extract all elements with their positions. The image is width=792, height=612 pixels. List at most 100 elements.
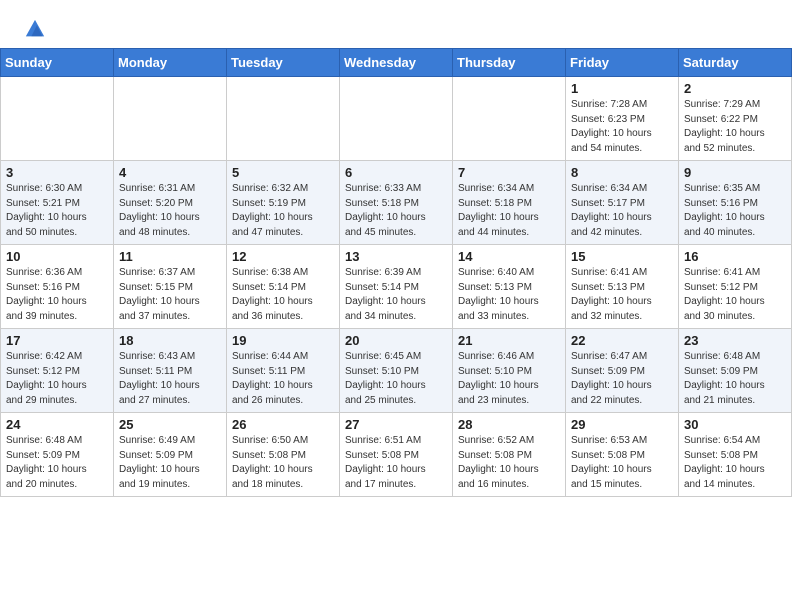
day-number: 19	[232, 333, 334, 348]
day-number: 3	[6, 165, 108, 180]
day-number: 4	[119, 165, 221, 180]
day-info: Sunrise: 6:40 AM Sunset: 5:13 PM Dayligh…	[458, 266, 560, 324]
day-number: 15	[571, 249, 673, 264]
day-number: 9	[684, 165, 786, 180]
day-info: Sunrise: 6:48 AM Sunset: 5:09 PM Dayligh…	[6, 434, 108, 492]
day-number: 8	[571, 165, 673, 180]
day-info: Sunrise: 6:48 AM Sunset: 5:09 PM Dayligh…	[684, 350, 786, 408]
day-info: Sunrise: 6:53 AM Sunset: 5:08 PM Dayligh…	[571, 434, 673, 492]
day-info: Sunrise: 6:46 AM Sunset: 5:10 PM Dayligh…	[458, 350, 560, 408]
day-number: 12	[232, 249, 334, 264]
weekday-header-tuesday: Tuesday	[227, 49, 340, 77]
calendar-table: SundayMondayTuesdayWednesdayThursdayFrid…	[0, 48, 792, 497]
day-cell-6: 6Sunrise: 6:33 AM Sunset: 5:18 PM Daylig…	[340, 161, 453, 245]
day-info: Sunrise: 6:44 AM Sunset: 5:11 PM Dayligh…	[232, 350, 334, 408]
day-cell-16: 16 Sunrise: 6:41 AM Sunset: 5:12 PM Dayli…	[679, 245, 792, 329]
day-number: 27	[345, 417, 447, 432]
day-cell-9: 9 Sunrise: 6:35 AM Sunset: 5:16 PM Daylig…	[679, 161, 792, 245]
day-number: 28	[458, 417, 560, 432]
day-info: Sunrise: 7:28 AM Sunset: 6:23 PM Dayligh…	[571, 98, 673, 156]
day-cell-29: 29 Sunrise: 6:53 AM Sunset: 5:08 PM Dayli…	[566, 413, 679, 497]
empty-cell	[114, 77, 227, 161]
day-number: 20	[345, 333, 447, 348]
day-number: 1	[571, 81, 673, 96]
week-row-4: 17Sunrise: 6:42 AM Sunset: 5:12 PM Dayli…	[1, 329, 792, 413]
day-cell-17: 17Sunrise: 6:42 AM Sunset: 5:12 PM Dayli…	[1, 329, 114, 413]
day-info: Sunrise: 6:52 AM Sunset: 5:08 PM Dayligh…	[458, 434, 560, 492]
day-cell-11: 11Sunrise: 6:37 AM Sunset: 5:15 PM Dayli…	[114, 245, 227, 329]
logo-icon	[24, 18, 46, 40]
day-cell-5: 5Sunrise: 6:32 AM Sunset: 5:19 PM Daylig…	[227, 161, 340, 245]
day-cell-22: 22Sunrise: 6:47 AM Sunset: 5:09 PM Dayli…	[566, 329, 679, 413]
day-cell-24: 24 Sunrise: 6:48 AM Sunset: 5:09 PM Dayli…	[1, 413, 114, 497]
day-info: Sunrise: 6:34 AM Sunset: 5:17 PM Dayligh…	[571, 182, 673, 240]
day-number: 16	[684, 249, 786, 264]
header	[0, 0, 792, 48]
week-row-3: 10Sunrise: 6:36 AM Sunset: 5:16 PM Dayli…	[1, 245, 792, 329]
day-info: Sunrise: 6:32 AM Sunset: 5:19 PM Dayligh…	[232, 182, 334, 240]
day-cell-21: 21 Sunrise: 6:46 AM Sunset: 5:10 PM Dayli…	[453, 329, 566, 413]
day-number: 26	[232, 417, 334, 432]
day-info: Sunrise: 6:41 AM Sunset: 5:13 PM Dayligh…	[571, 266, 673, 324]
day-info: Sunrise: 6:38 AM Sunset: 5:14 PM Dayligh…	[232, 266, 334, 324]
day-cell-14: 14 Sunrise: 6:40 AM Sunset: 5:13 PM Dayli…	[453, 245, 566, 329]
weekday-header-thursday: Thursday	[453, 49, 566, 77]
day-cell-19: 19 Sunrise: 6:44 AM Sunset: 5:11 PM Dayli…	[227, 329, 340, 413]
page: SundayMondayTuesdayWednesdayThursdayFrid…	[0, 0, 792, 497]
day-number: 18	[119, 333, 221, 348]
day-number: 25	[119, 417, 221, 432]
day-cell-3: 3 Sunrise: 6:30 AM Sunset: 5:21 PM Daylig…	[1, 161, 114, 245]
day-number: 14	[458, 249, 560, 264]
weekday-header-friday: Friday	[566, 49, 679, 77]
day-cell-4: 4Sunrise: 6:31 AM Sunset: 5:20 PM Daylig…	[114, 161, 227, 245]
day-cell-28: 28 Sunrise: 6:52 AM Sunset: 5:08 PM Dayli…	[453, 413, 566, 497]
empty-cell	[340, 77, 453, 161]
day-number: 13	[345, 249, 447, 264]
day-cell-13: 13Sunrise: 6:39 AM Sunset: 5:14 PM Dayli…	[340, 245, 453, 329]
empty-cell	[227, 77, 340, 161]
day-info: Sunrise: 6:51 AM Sunset: 5:08 PM Dayligh…	[345, 434, 447, 492]
day-info: Sunrise: 7:29 AM Sunset: 6:22 PM Dayligh…	[684, 98, 786, 156]
day-info: Sunrise: 6:50 AM Sunset: 5:08 PM Dayligh…	[232, 434, 334, 492]
day-cell-12: 12 Sunrise: 6:38 AM Sunset: 5:14 PM Dayli…	[227, 245, 340, 329]
day-number: 21	[458, 333, 560, 348]
day-cell-15: 15 Sunrise: 6:41 AM Sunset: 5:13 PM Dayli…	[566, 245, 679, 329]
day-number: 2	[684, 81, 786, 96]
day-number: 11	[119, 249, 221, 264]
weekday-header-wednesday: Wednesday	[340, 49, 453, 77]
day-info: Sunrise: 6:49 AM Sunset: 5:09 PM Dayligh…	[119, 434, 221, 492]
day-info: Sunrise: 6:41 AM Sunset: 5:12 PM Dayligh…	[684, 266, 786, 324]
empty-cell	[1, 77, 114, 161]
weekday-header-row: SundayMondayTuesdayWednesdayThursdayFrid…	[1, 49, 792, 77]
day-cell-1: 1 Sunrise: 7:28 AM Sunset: 6:23 PM Daylig…	[566, 77, 679, 161]
day-number: 30	[684, 417, 786, 432]
day-number: 23	[684, 333, 786, 348]
day-number: 29	[571, 417, 673, 432]
weekday-header-saturday: Saturday	[679, 49, 792, 77]
day-cell-18: 18 Sunrise: 6:43 AM Sunset: 5:11 PM Dayli…	[114, 329, 227, 413]
day-number: 10	[6, 249, 108, 264]
day-info: Sunrise: 6:34 AM Sunset: 5:18 PM Dayligh…	[458, 182, 560, 240]
day-number: 24	[6, 417, 108, 432]
weekday-header-monday: Monday	[114, 49, 227, 77]
day-cell-8: 8 Sunrise: 6:34 AM Sunset: 5:17 PM Daylig…	[566, 161, 679, 245]
day-number: 22	[571, 333, 673, 348]
logo	[20, 18, 46, 40]
day-cell-20: 20 Sunrise: 6:45 AM Sunset: 5:10 PM Dayli…	[340, 329, 453, 413]
weekday-header-sunday: Sunday	[1, 49, 114, 77]
week-row-5: 24 Sunrise: 6:48 AM Sunset: 5:09 PM Dayli…	[1, 413, 792, 497]
day-cell-23: 23 Sunrise: 6:48 AM Sunset: 5:09 PM Dayli…	[679, 329, 792, 413]
day-info: Sunrise: 6:30 AM Sunset: 5:21 PM Dayligh…	[6, 182, 108, 240]
day-cell-27: 27 Sunrise: 6:51 AM Sunset: 5:08 PM Dayli…	[340, 413, 453, 497]
day-cell-10: 10Sunrise: 6:36 AM Sunset: 5:16 PM Dayli…	[1, 245, 114, 329]
empty-cell	[453, 77, 566, 161]
week-row-1: 1 Sunrise: 7:28 AM Sunset: 6:23 PM Daylig…	[1, 77, 792, 161]
week-row-2: 3 Sunrise: 6:30 AM Sunset: 5:21 PM Daylig…	[1, 161, 792, 245]
day-info: Sunrise: 6:42 AM Sunset: 5:12 PM Dayligh…	[6, 350, 108, 408]
day-info: Sunrise: 6:35 AM Sunset: 5:16 PM Dayligh…	[684, 182, 786, 240]
day-number: 7	[458, 165, 560, 180]
day-info: Sunrise: 6:43 AM Sunset: 5:11 PM Dayligh…	[119, 350, 221, 408]
day-info: Sunrise: 6:45 AM Sunset: 5:10 PM Dayligh…	[345, 350, 447, 408]
day-cell-25: 25 Sunrise: 6:49 AM Sunset: 5:09 PM Dayli…	[114, 413, 227, 497]
day-cell-26: 26 Sunrise: 6:50 AM Sunset: 5:08 PM Dayli…	[227, 413, 340, 497]
